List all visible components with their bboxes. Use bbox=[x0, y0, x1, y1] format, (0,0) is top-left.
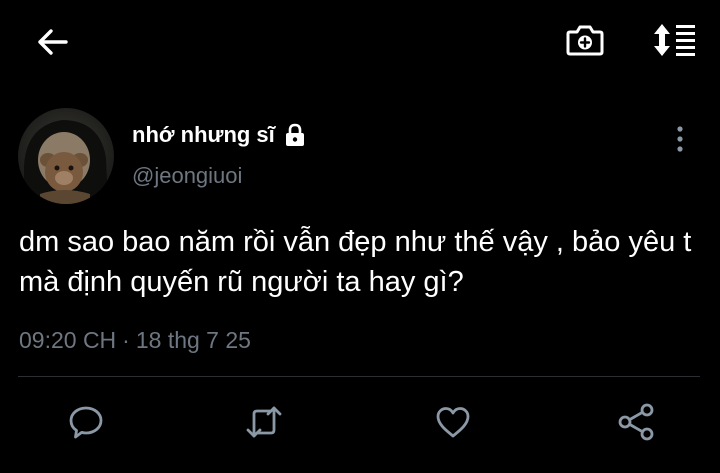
user-handle[interactable]: @jeongiuoi bbox=[132, 161, 242, 191]
display-name[interactable]: nhớ nhưng sĩ bbox=[132, 120, 275, 150]
retweet-icon bbox=[246, 406, 282, 438]
sort-list-icon bbox=[654, 24, 695, 56]
tweet-time: 09:20 CH bbox=[19, 327, 117, 353]
retweet-button[interactable] bbox=[242, 400, 286, 444]
more-vertical-icon bbox=[677, 126, 683, 152]
like-icon bbox=[436, 407, 470, 438]
divider bbox=[18, 376, 700, 377]
arrow-left-icon bbox=[38, 29, 68, 55]
avatar[interactable] bbox=[18, 108, 114, 204]
reply-icon bbox=[69, 406, 103, 439]
sort-button[interactable] bbox=[648, 20, 700, 60]
tweet-timestamp: 09:20 CH · 18 thg 7 25 bbox=[19, 324, 251, 356]
more-options-button[interactable] bbox=[664, 122, 696, 156]
share-icon bbox=[618, 403, 654, 441]
avatar-image bbox=[18, 108, 114, 204]
camera-button[interactable] bbox=[563, 20, 607, 60]
display-name-row: nhớ nhưng sĩ bbox=[132, 120, 308, 150]
reply-button[interactable] bbox=[64, 400, 108, 444]
back-button[interactable] bbox=[34, 24, 70, 60]
tweet-date: 18 thg 7 25 bbox=[135, 327, 251, 353]
top-bar bbox=[0, 0, 720, 80]
tweet-text: dm sao bao năm rồi vẫn đẹp như thế vậy ,… bbox=[19, 226, 692, 298]
meta-separator: · bbox=[122, 327, 130, 353]
camera-plus-icon bbox=[566, 25, 604, 56]
like-button[interactable] bbox=[431, 400, 475, 444]
lock-icon bbox=[282, 122, 308, 148]
share-button[interactable] bbox=[614, 400, 658, 444]
